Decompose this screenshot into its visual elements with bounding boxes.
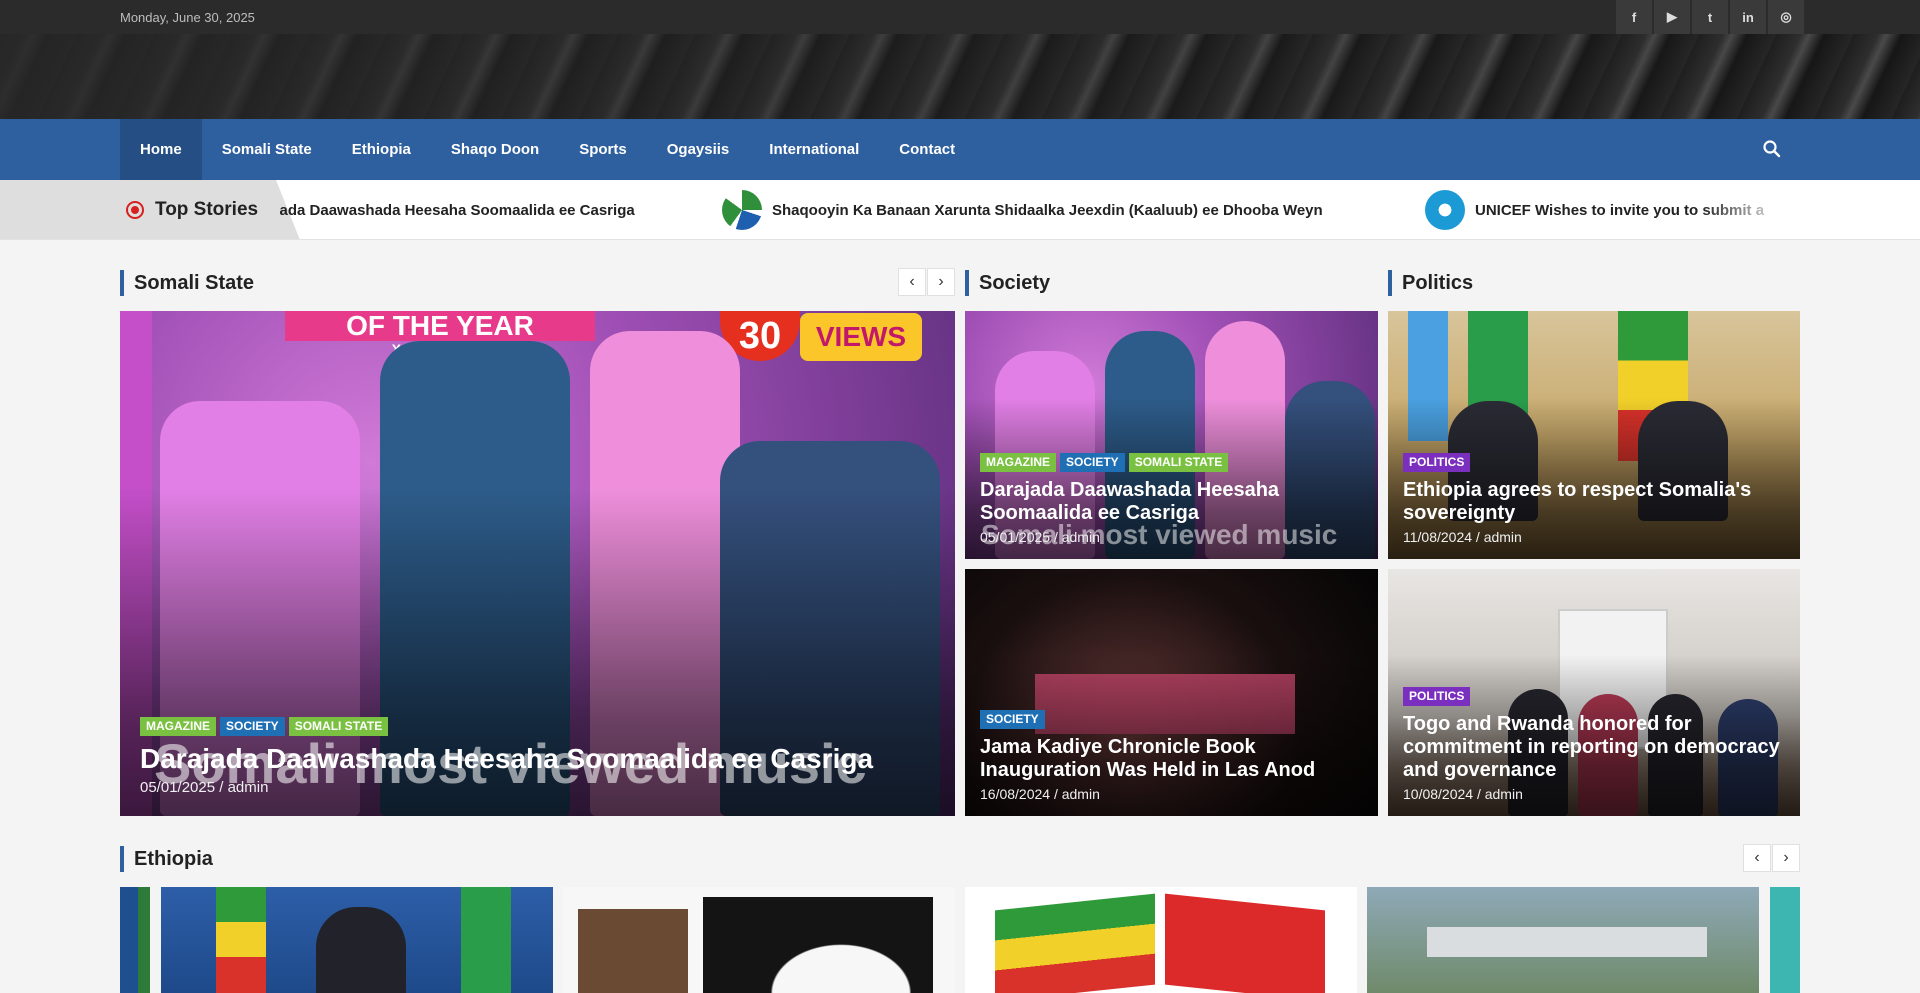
facebook-icon[interactable]: f xyxy=(1616,0,1652,34)
twitter-icon[interactable]: t xyxy=(1692,0,1728,34)
ethiopia-post-thumb[interactable] xyxy=(161,887,553,993)
nav-item-international[interactable]: International xyxy=(749,119,879,180)
ethiopia-post-thumb[interactable] xyxy=(1770,887,1800,993)
next-arrow-icon[interactable]: › xyxy=(1772,844,1800,872)
category-tag[interactable]: SOCIETY xyxy=(220,716,285,736)
image-flag xyxy=(995,893,1155,993)
header-banner xyxy=(0,34,1920,119)
card-meta: SOCIETY Jama Kadiye Chronicle Book Inaug… xyxy=(980,710,1363,802)
section-title-ethiopia[interactable]: Ethiopia xyxy=(120,846,213,872)
ticker-label: Top Stories xyxy=(155,199,259,220)
ethiopia-post-thumb[interactable] xyxy=(563,887,955,993)
category-tag[interactable]: POLITICS xyxy=(1403,687,1471,706)
linkedin-icon[interactable]: in xyxy=(1730,0,1766,34)
card-meta: POLITICS Togo and Rwanda honored for com… xyxy=(1403,687,1785,802)
post-title[interactable]: Togo and Rwanda honored for commitment i… xyxy=(1403,713,1785,782)
image-figure xyxy=(316,907,406,993)
nav-item-somali-state[interactable]: Somali State xyxy=(202,119,332,180)
post-title[interactable]: Darajada Daawashada Heesaha Soomaalida e… xyxy=(140,743,940,775)
post-byline: 16/08/2024 / admin xyxy=(980,786,1100,802)
society-post-card[interactable]: SOCIETY Jama Kadiye Chronicle Book Inaug… xyxy=(965,569,1378,816)
ethiopia-post-thumb[interactable] xyxy=(965,887,1357,993)
category-tags: POLITICS xyxy=(1403,453,1785,472)
category-tag[interactable]: SOCIETY xyxy=(980,710,1045,729)
featured-post-card[interactable]: OF THE YEAR XARIIR & RAXMA 30 VIEWS Soma… xyxy=(120,311,955,816)
image-banner-text: OF THE YEAR xyxy=(285,311,595,341)
category-tag[interactable]: MAGAZINE xyxy=(980,453,1056,472)
image-flag xyxy=(1165,893,1325,993)
society-post-card[interactable]: Somali most viewed music MAGAZINE SOCIET… xyxy=(965,311,1378,559)
category-tag[interactable]: MAGAZINE xyxy=(140,716,216,736)
nav-item-shaqo-doon[interactable]: Shaqo Doon xyxy=(431,119,559,180)
image-airport xyxy=(1427,927,1707,957)
nav-item-contact[interactable]: Contact xyxy=(879,119,975,180)
prev-arrow-icon[interactable]: ‹ xyxy=(1743,844,1771,872)
politics-post-card[interactable]: POLITICS Togo and Rwanda honored for com… xyxy=(1388,569,1800,816)
instagram-icon[interactable]: ◎ xyxy=(1768,0,1804,34)
nav-item-ogaysiis[interactable]: Ogaysiis xyxy=(647,119,750,180)
category-tags: MAGAZINE SOCIETY SOMALI STATE xyxy=(140,716,940,736)
category-tag[interactable]: SOMALI STATE xyxy=(288,716,389,736)
section-title-somali-state[interactable]: Somali State xyxy=(120,270,254,296)
ticker-thumb xyxy=(722,190,762,230)
card-meta: POLITICS Ethiopia agrees to respect Soma… xyxy=(1403,453,1785,545)
image-figure xyxy=(578,909,688,993)
category-tag[interactable]: POLITICS xyxy=(1403,453,1471,472)
current-date: Monday, June 30, 2025 xyxy=(120,10,255,25)
post-byline: 05/01/2025 / admin xyxy=(140,779,269,796)
section-title-politics[interactable]: Politics xyxy=(1388,270,1473,296)
ethiopia-post-thumb[interactable] xyxy=(120,887,150,993)
next-arrow-icon[interactable]: › xyxy=(927,268,955,296)
category-tags: POLITICS xyxy=(1403,687,1785,706)
live-dot-icon xyxy=(126,201,144,219)
nav-item-ethiopia[interactable]: Ethiopia xyxy=(332,119,431,180)
ticker-fade xyxy=(1700,180,1790,239)
category-tags: MAGAZINE SOCIETY SOMALI STATE xyxy=(980,453,1363,472)
politics-post-card[interactable]: POLITICS Ethiopia agrees to respect Soma… xyxy=(1388,311,1800,559)
ticker-item-title[interactable]: Darajada Daawashada Heesaha Soomaalida e… xyxy=(280,202,635,219)
nav-item-sports[interactable]: Sports xyxy=(559,119,647,180)
ticker-item[interactable]: Darajada Daawashada Heesaha Soomaalida e… xyxy=(280,180,635,239)
top-stories-ticker: Top Stories Darajada Daawashada Heesaha … xyxy=(0,180,1920,240)
ticker-thumb xyxy=(1425,190,1465,230)
category-tags: SOCIETY xyxy=(980,710,1363,729)
youtube-icon[interactable]: ▶ xyxy=(1654,0,1690,34)
post-byline: 05/01/2025 / admin xyxy=(980,529,1100,545)
image-flag xyxy=(138,887,150,993)
top-bar: Monday, June 30, 2025 f ▶ t in ◎ xyxy=(0,0,1920,34)
image-badge-views: VIEWS xyxy=(800,313,922,361)
nav-item-home[interactable]: Home xyxy=(120,119,202,180)
post-title[interactable]: Jama Kadiye Chronicle Book Inauguration … xyxy=(980,736,1363,782)
ticker-item[interactable]: Shaqooyin Ka Banaan Xarunta Shidaalka Je… xyxy=(722,180,1323,239)
ticker-item-title[interactable]: Shaqooyin Ka Banaan Xarunta Shidaalka Je… xyxy=(772,202,1323,219)
post-title[interactable]: Ethiopia agrees to respect Somalia's sov… xyxy=(1403,479,1785,525)
prev-arrow-icon[interactable]: ‹ xyxy=(898,268,926,296)
post-title[interactable]: Darajada Daawashada Heesaha Soomaalida e… xyxy=(980,479,1363,525)
main-navigation: Home Somali State Ethiopia Shaqo Doon Sp… xyxy=(0,119,1920,180)
image-flag xyxy=(461,887,511,993)
category-tag[interactable]: SOCIETY xyxy=(1060,453,1125,472)
ticker-track: Darajada Daawashada Heesaha Soomaalida e… xyxy=(280,180,1790,239)
image-flag xyxy=(216,887,266,993)
category-tag[interactable]: SOMALI STATE xyxy=(1128,453,1229,472)
section-title-society[interactable]: Society xyxy=(965,270,1050,296)
card-meta: MAGAZINE SOCIETY SOMALI STATE Darajada D… xyxy=(140,716,940,796)
card-meta: MAGAZINE SOCIETY SOMALI STATE Darajada D… xyxy=(980,453,1363,545)
post-byline: 10/08/2024 / admin xyxy=(1403,786,1523,802)
search-icon[interactable] xyxy=(1762,139,1782,159)
post-byline: 11/08/2024 / admin xyxy=(1403,529,1522,545)
image-logo-letters xyxy=(703,897,933,993)
ethiopia-post-thumb[interactable] xyxy=(1367,887,1759,993)
social-links: f ▶ t in ◎ xyxy=(1614,0,1804,34)
